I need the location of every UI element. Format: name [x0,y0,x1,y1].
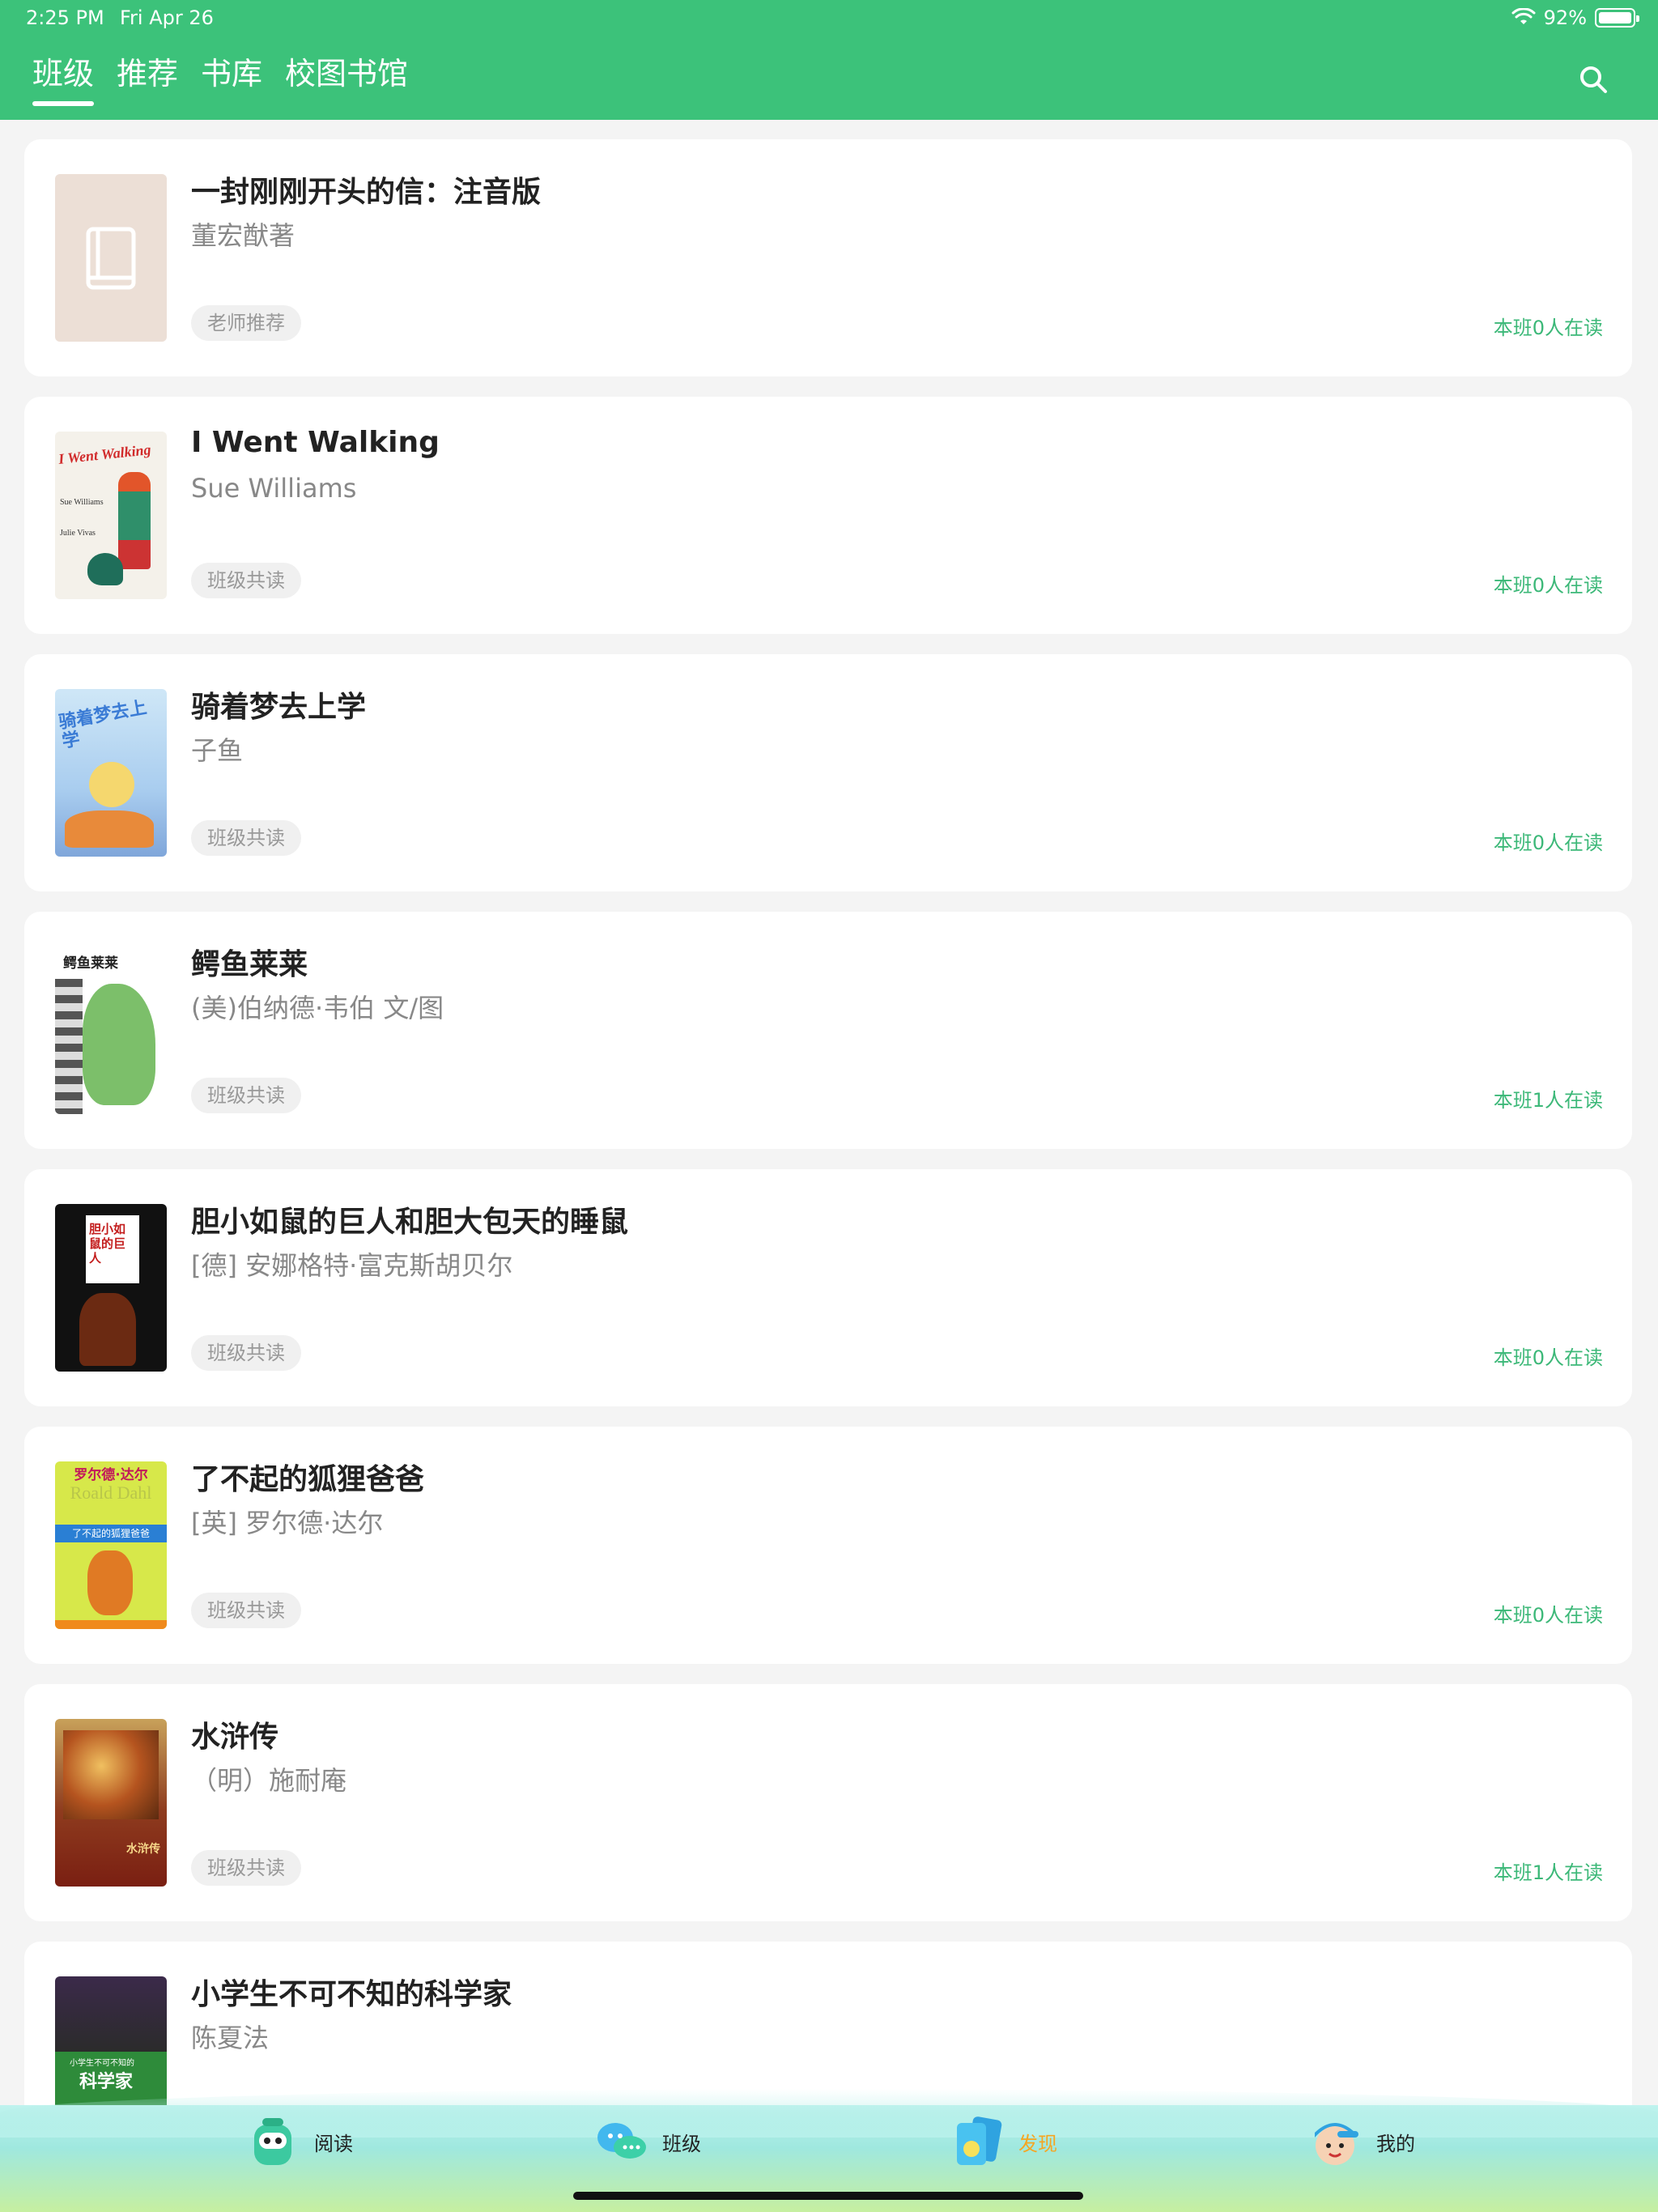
top-bar: 2:25 PM Fri Apr 26 92% 班级 推荐 书库 校图书馆 [0,0,1658,120]
book-author: （明）施耐庵 [191,1765,347,1796]
cover-subtitle: 小学生不可不知的 [70,2059,134,2068]
cover-subtitle: 了不起的狐狸爸爸 [55,1525,167,1542]
nav-read-label: 阅读 [314,2132,353,2155]
book-card[interactable]: 一封刚刚开头的信：注音版 董宏猷著 老师推荐 本班0人在读 [24,139,1632,376]
book-card[interactable]: 胆小如鼠的巨人 胆小如鼠的巨人和胆大包天的睡鼠 [德] 安娜格特·富克斯胡贝尔 … [24,1169,1632,1406]
book-tag: 班级共读 [191,1078,301,1113]
book-author: Sue Williams [191,473,357,504]
tab-library[interactable]: 书库 [201,49,262,106]
cover-footer-band [55,1620,167,1629]
cover-art-moon [89,762,134,807]
cover-art-kids [65,810,154,848]
cover-title: I Went Walking [57,441,152,467]
cover-title: 科学家 [79,2072,134,2092]
book-author: 陈夏法 [191,2023,270,2053]
battery-icon [1595,8,1639,28]
class-readers: 本班1人在读 [1493,1861,1603,1884]
nav-read[interactable]: 阅读 [244,2113,353,2170]
robot-backpack-icon [254,2118,291,2165]
book-title: 了不起的狐狸爸爸 [191,1463,425,1496]
cover-title: 水浒传 [126,1843,160,1856]
nav-discover-label: 发现 [1018,2132,1057,2155]
book-author: (美)伯纳德·韦伯 文/图 [191,993,444,1023]
class-readers: 本班1人在读 [1493,1089,1603,1112]
class-readers: 本班0人在读 [1493,832,1603,854]
tab-recommend[interactable]: 推荐 [117,49,178,106]
book-cover: 水浒传 [55,1719,167,1887]
book-cover-placeholder [55,174,167,342]
cover-art-giant [79,1293,136,1366]
nav-mine[interactable]: 我的 [1307,2113,1415,2170]
battery-percent: 92% [1543,6,1587,29]
book-title: 一封刚刚开头的信：注音版 [191,176,542,209]
book-tag: 老师推荐 [191,305,301,341]
discover-cards-icon [957,2116,1002,2165]
class-readers: 本班0人在读 [1493,317,1603,339]
book-title: 骑着梦去上学 [191,691,367,724]
book-cover: I Went Walking Sue Williams Julie Vivas [55,432,167,599]
boy-avatar-icon [1315,2123,1358,2165]
book-tag: 班级共读 [191,1850,301,1886]
class-readers: 本班0人在读 [1493,1604,1603,1627]
book-title: 小学生不可不知的科学家 [191,1978,512,2011]
book-title: 鳄鱼莱莱 [191,948,308,981]
cover-title: 骑着梦去上学 [57,697,149,753]
cover-art-fox [87,1551,133,1615]
cover-illustrator: Julie Vivas [60,529,96,538]
book-cover: 胆小如鼠的巨人 [55,1204,167,1372]
search-icon[interactable] [1577,63,1609,96]
cover-title: 罗尔德·达尔 [74,1467,148,1483]
book-author: 子鱼 [191,735,244,766]
cover-art-goose [87,553,123,585]
status-time: 2:25 PM [26,6,104,29]
book-title: 胆小如鼠的巨人和胆大包天的睡鼠 [191,1206,629,1239]
book-tag: 班级共读 [191,1593,301,1628]
cover-author: Sue Williams [60,498,104,507]
book-card[interactable]: 鳄鱼莱莱 鳄鱼莱莱 (美)伯纳德·韦伯 文/图 班级共读 本班1人在读 [24,912,1632,1149]
cover-title: 鳄鱼莱莱 [63,955,118,971]
cover-art-buildings [55,979,83,1114]
book-cover: 骑着梦去上学 [55,689,167,857]
book-tag: 班级共读 [191,563,301,598]
book-tag: 班级共读 [191,820,301,856]
book-title: 水浒传 [191,1721,279,1754]
book-card[interactable]: 骑着梦去上学 骑着梦去上学 子鱼 班级共读 本班0人在读 [24,654,1632,891]
chat-bubbles-icon [597,2123,646,2159]
tab-class[interactable]: 班级 [32,49,95,106]
book-author: [德] 安娜格特·富克斯胡贝尔 [191,1250,513,1281]
status-right: 92% [1511,6,1639,29]
book-author: 董宏猷著 [191,220,295,251]
tab-school-library[interactable]: 校图书馆 [285,49,408,106]
cover-art-figure [118,472,151,569]
wifi-icon [1511,8,1536,24]
class-readers: 本班0人在读 [1493,1346,1603,1369]
cover-art-crocodile [83,984,155,1105]
nav-discover[interactable]: 发现 [949,2113,1057,2170]
status-bar: 2:25 PM Fri Apr 26 92% [26,6,1639,34]
nav-class[interactable]: 班级 [593,2113,701,2170]
book-title: I Went Walking [191,426,440,459]
cover-title: 胆小如鼠的巨人 [89,1222,126,1266]
cover-art-battle [63,1730,159,1819]
book-card[interactable]: 水浒传 水浒传 （明）施耐庵 班级共读 本班1人在读 [24,1684,1632,1921]
book-author: [英] 罗尔德·达尔 [191,1508,384,1538]
home-indicator[interactable] [573,2192,1083,2200]
status-date: Fri Apr 26 [120,6,214,29]
book-tag: 班级共读 [191,1335,301,1371]
book-icon [86,227,136,289]
book-card[interactable]: 罗尔德·达尔 Roald Dahl 了不起的狐狸爸爸 了不起的狐狸爸爸 [英] … [24,1427,1632,1664]
book-cover: 罗尔德·达尔 Roald Dahl 了不起的狐狸爸爸 [55,1461,167,1629]
header-tabs: 班级 推荐 书库 校图书馆 [32,49,408,106]
cover-en-name: Roald Dahl [70,1482,152,1503]
nav-mine-label: 我的 [1376,2132,1415,2155]
book-cover: 鳄鱼莱莱 [55,946,167,1114]
book-card[interactable]: I Went Walking Sue Williams Julie Vivas … [24,397,1632,634]
nav-class-label: 班级 [662,2132,701,2155]
class-readers: 本班0人在读 [1493,574,1603,597]
cover-label-box: 胆小如鼠的巨人 [86,1215,139,1283]
